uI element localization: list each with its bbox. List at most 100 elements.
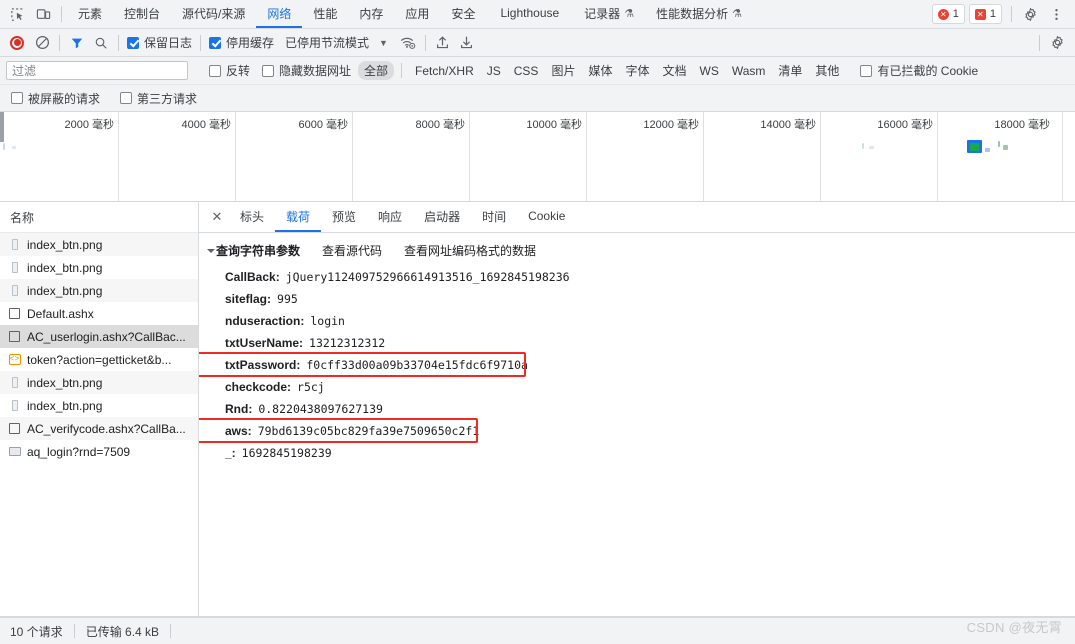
request-row-selected[interactable]: AC_userlogin.ashx?CallBac... (0, 325, 198, 348)
disable-cache-checkbox[interactable]: 停用缓存 (206, 34, 277, 51)
import-har-icon[interactable] (431, 32, 455, 54)
image-file-icon (8, 284, 21, 297)
clear-network-icon[interactable] (30, 32, 54, 54)
param-value: login (310, 314, 345, 328)
request-row[interactable]: index_btn.png (0, 371, 198, 394)
tab-performance-insights[interactable]: 性能数据分析 ⚗ (645, 0, 753, 28)
filter-type-manifest[interactable]: 清单 (772, 61, 808, 80)
overview-gridline (586, 112, 587, 201)
request-list[interactable]: index_btn.png index_btn.png index_btn.pn… (0, 233, 198, 616)
warning-count-badge[interactable]: ✕ 1 (968, 4, 1002, 24)
section-title[interactable]: 查询字符串参数 (216, 242, 300, 259)
network-conditions-icon[interactable] (396, 32, 420, 54)
search-icon[interactable] (89, 32, 113, 54)
request-row[interactable]: AC_verifycode.ashx?CallBa... (0, 417, 198, 440)
tab-cookies[interactable]: Cookie (517, 202, 576, 232)
error-count-badge[interactable]: ✕ 1 (931, 4, 965, 24)
tab-label: 控制台 (124, 6, 161, 21)
tab-preview[interactable]: 预览 (321, 202, 367, 232)
tab-initiator[interactable]: 启动器 (413, 202, 471, 232)
tab-security[interactable]: 安全 (440, 0, 486, 28)
param-row-highlighted[interactable]: txtPassword: f0cff33d00a09b33704e15fdc6f… (199, 352, 1075, 377)
hide-data-urls-checkbox[interactable]: 隐藏数据网址 (259, 62, 354, 79)
blocked-cookies-checkbox[interactable]: 有已拦截的 Cookie (857, 62, 981, 79)
chevron-down-icon[interactable]: ▼ (379, 38, 388, 48)
inspect-element-icon[interactable] (4, 2, 30, 26)
preserve-log-checkbox[interactable]: 保留日志 (124, 34, 195, 51)
filter-type-font[interactable]: 字体 (619, 61, 655, 80)
request-name: Default.ashx (27, 306, 94, 321)
network-status-bar: 10 个请求 已传输 6.4 kB (0, 617, 1075, 644)
param-row[interactable]: siteflag: 995 (199, 288, 1075, 310)
param-value: jQuery112409752966614913516_169284519823… (285, 270, 570, 284)
request-row[interactable]: aq_login?rnd=7509 (0, 440, 198, 463)
filter-type-js[interactable]: JS (481, 63, 507, 79)
tab-headers[interactable]: 标头 (229, 202, 275, 232)
request-row[interactable]: index_btn.png (0, 256, 198, 279)
view-source-link[interactable]: 查看源代码 (322, 242, 382, 259)
network-filter-bar: 反转 隐藏数据网址 全部 Fetch/XHR JS CSS 图片 媒体 字体 文… (0, 57, 1075, 85)
disclosure-triangle-icon[interactable] (207, 248, 215, 253)
filter-type-all[interactable]: 全部 (358, 61, 395, 80)
param-row[interactable]: checkcode: r5cj (199, 376, 1075, 398)
third-party-label: 第三方请求 (137, 91, 198, 106)
filter-input[interactable] (6, 61, 188, 80)
gear-icon[interactable] (1017, 2, 1043, 26)
network-overview-timeline[interactable]: 2000 毫秒 4000 毫秒 6000 毫秒 8000 毫秒 10000 毫秒… (0, 112, 1075, 202)
filter-type-wasm[interactable]: Wasm (726, 63, 772, 79)
device-toolbar-icon[interactable] (30, 2, 56, 26)
image-file-icon (8, 376, 21, 389)
tab-elements[interactable]: 元素 (67, 0, 113, 28)
filter-type-img[interactable]: 图片 (545, 61, 581, 80)
tab-timing[interactable]: 时间 (471, 202, 517, 232)
tab-performance[interactable]: 性能 (302, 0, 348, 28)
filter-type-fetch-xhr[interactable]: Fetch/XHR (409, 63, 480, 79)
filter-type-other[interactable]: 其他 (809, 61, 845, 80)
overview-left-handle[interactable] (0, 112, 4, 142)
record-stop-icon[interactable] (6, 32, 30, 54)
tab-lighthouse[interactable]: Lighthouse (486, 0, 573, 28)
more-vertical-icon[interactable] (1043, 2, 1069, 26)
other-file-icon (8, 445, 21, 458)
network-toolbar-right (1034, 32, 1069, 54)
tab-recorder[interactable]: 记录器 ⚗ (573, 0, 645, 28)
export-har-icon[interactable] (455, 32, 479, 54)
filter-type-css[interactable]: CSS (508, 63, 545, 79)
param-row[interactable]: CallBack: jQuery112409752966614913516_16… (199, 266, 1075, 288)
third-party-checkbox[interactable]: 第三方请求 (117, 90, 200, 107)
close-icon[interactable]: ✕ (205, 205, 229, 229)
view-urlencoded-link[interactable]: 查看网址编码格式的数据 (404, 242, 536, 259)
throttling-selector[interactable]: 已停用节流模式 (285, 34, 369, 51)
param-row-highlighted[interactable]: aws: 79bd6139c05bc829fa39e7509650c2f1 (199, 418, 1075, 443)
tab-network[interactable]: 网络 (256, 0, 303, 28)
tab-payload[interactable]: 载荷 (275, 202, 322, 232)
tab-sources[interactable]: 源代码/来源 (171, 0, 256, 28)
request-row[interactable]: Default.ashx (0, 302, 198, 325)
overview-tick-label: 2000 毫秒 (64, 119, 114, 131)
overview-tick-label: 8000 毫秒 (415, 119, 465, 131)
param-row[interactable]: _: 1692845198239 (199, 442, 1075, 464)
filter-type-ws[interactable]: WS (694, 63, 725, 79)
network-settings-gear-icon[interactable] (1045, 32, 1069, 54)
tab-console[interactable]: 控制台 (113, 0, 171, 28)
param-row[interactable]: txtUserName: 13212312312 (199, 332, 1075, 354)
transferred-label: 已传输 6.4 kB (85, 624, 160, 639)
tab-memory[interactable]: 内存 (348, 0, 394, 28)
request-row[interactable]: index_btn.png (0, 394, 198, 417)
checkbox-box (127, 36, 139, 49)
request-row[interactable]: index_btn.png (0, 279, 198, 302)
request-name: index_btn.png (27, 260, 103, 275)
param-row[interactable]: nduseraction: login (199, 310, 1075, 332)
param-row[interactable]: Rnd: 0.8220438097627139 (199, 398, 1075, 420)
tab-response[interactable]: 响应 (367, 202, 413, 232)
request-list-header[interactable]: 名称 (0, 202, 198, 233)
filter-type-doc[interactable]: 文档 (656, 61, 692, 80)
filter-divider (401, 63, 403, 78)
filter-funnel-icon[interactable] (65, 32, 89, 54)
request-row[interactable]: <> token?action=getticket&b... (0, 348, 198, 371)
request-row[interactable]: index_btn.png (0, 233, 198, 256)
filter-type-media[interactable]: 媒体 (582, 61, 618, 80)
blocked-requests-checkbox[interactable]: 被屏蔽的请求 (8, 90, 103, 107)
invert-checkbox[interactable]: 反转 (206, 62, 253, 79)
tab-application[interactable]: 应用 (394, 0, 440, 28)
